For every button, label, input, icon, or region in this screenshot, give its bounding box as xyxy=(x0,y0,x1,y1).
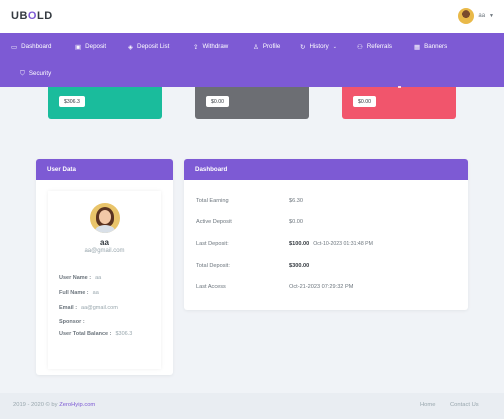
dash-label: Total Deposit: xyxy=(196,263,230,269)
user-menu[interactable]: aa ▼ xyxy=(458,8,494,24)
wallet-icon: ▣ xyxy=(75,43,82,51)
dash-label: Last Deposit: xyxy=(196,241,229,247)
nav-item-deposit[interactable]: ▣ Deposit xyxy=(75,43,106,51)
user-plus-icon: ♙ xyxy=(253,43,259,51)
nav-item-banners[interactable]: ▦ Banners xyxy=(414,43,447,51)
panel-title: Dashboard xyxy=(184,159,468,180)
stat-card-value: $0.00 xyxy=(353,96,376,107)
info-email: Email : aa@gmail.com xyxy=(59,305,118,311)
stat-card-balance: $306.3 xyxy=(48,87,162,119)
footer: 2019 - 2020 © by ZeroHyip.com Home Conta… xyxy=(0,393,504,419)
info-username: User Name : aa xyxy=(59,275,102,281)
info-sponsor: Sponsor : xyxy=(59,319,85,325)
dashboard-panel: Dashboard Total Earning $6.30 Active Dep… xyxy=(184,159,468,310)
logo[interactable]: UBOLD xyxy=(11,10,53,22)
footer-copyright: 2019 - 2020 © by ZeroHyip.com xyxy=(13,402,96,408)
history-icon: ↻ xyxy=(300,43,306,51)
stat-card-withdraw: $0.00 xyxy=(342,86,456,119)
chevron-down-icon: ▼ xyxy=(489,13,494,19)
dash-value: Oct-21-2023 07:29:32 PM xyxy=(289,284,354,290)
nav-item-deposit-list[interactable]: ◈ Deposit List xyxy=(128,43,169,51)
info-balance: User Total Balance : $306.3 xyxy=(59,331,133,337)
layers-icon: ◈ xyxy=(128,43,133,51)
profile-email: aa@gmail.com xyxy=(84,248,125,254)
footer-brand-link[interactable]: ZeroHyip.com xyxy=(59,402,95,408)
dash-value: $300.00 xyxy=(289,263,310,269)
nav-item-withdraw[interactable]: ⇪ Withdraw xyxy=(193,43,228,51)
avatar xyxy=(458,8,475,24)
nav-item-dashboard[interactable]: ▭ Dashboard xyxy=(11,43,51,51)
user-menu-name: aa xyxy=(478,13,486,19)
chevron-down-icon: ⌄ xyxy=(332,43,337,50)
footer-home-link[interactable]: Home xyxy=(420,402,435,408)
stat-card-value: $306.3 xyxy=(59,96,85,107)
user-data-panel: User Data aa aa@gmail.com User Name : aa … xyxy=(36,159,173,375)
dash-value: $0.00 xyxy=(289,219,303,225)
profile-card: aa aa@gmail.com User Name : aa Full Name … xyxy=(48,191,161,369)
nav-item-security[interactable]: ⛉ Security xyxy=(20,70,51,78)
profile-avatar xyxy=(90,203,120,233)
dash-label: Active Deposit xyxy=(196,219,232,225)
stat-card-deposit: $0.00 xyxy=(195,87,309,119)
dash-label: Total Earning xyxy=(196,198,229,204)
upload-icon: ⇪ xyxy=(193,43,199,51)
topbar: UBOLD aa ▼ xyxy=(0,0,504,33)
nav-item-referrals[interactable]: ⚇ Referrals xyxy=(357,43,392,51)
shield-icon: ⛉ xyxy=(20,69,25,77)
users-icon: ⚇ xyxy=(357,43,363,51)
profile-name: aa xyxy=(100,238,109,247)
nav-item-history[interactable]: ↻ History ⌄ xyxy=(300,43,337,51)
main-nav: ▭ Dashboard ▣ Deposit ◈ Deposit List ⇪ W… xyxy=(0,33,504,87)
stat-card-value: $0.00 xyxy=(206,96,229,107)
dash-value: $6.30 xyxy=(289,198,303,204)
dash-value: $100.00 Oct-10-2023 01:31:48 PM xyxy=(289,241,373,247)
footer-contact-link[interactable]: Contact Us xyxy=(450,402,479,408)
monitor-icon: ▭ xyxy=(11,43,18,51)
dash-label: Last Access xyxy=(196,284,226,290)
panel-title: User Data xyxy=(36,159,173,180)
grid-icon: ▦ xyxy=(414,43,421,51)
nav-item-profile[interactable]: ♙ Profile xyxy=(253,43,280,51)
card-label-fragment xyxy=(398,86,401,88)
info-fullname: Full Name : aa xyxy=(59,290,99,296)
